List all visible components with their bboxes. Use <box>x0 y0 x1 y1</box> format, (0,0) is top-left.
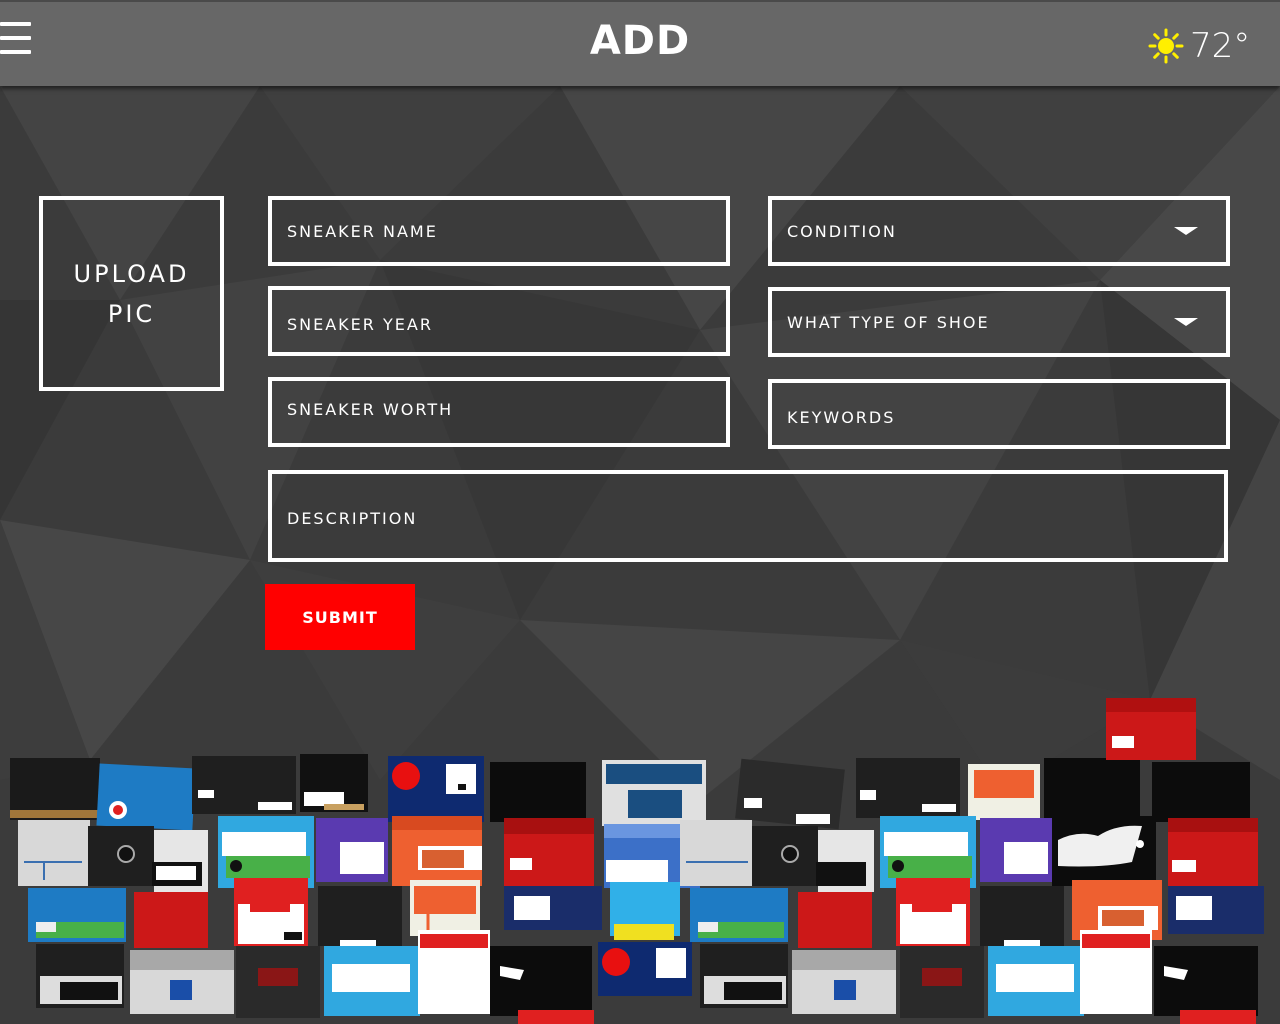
sneaker-year-placeholder: SNEAKER YEAR <box>287 314 433 334</box>
description-placeholder: DESCRIPTION <box>287 508 418 528</box>
shoe-type-select[interactable]: WHAT TYPE OF SHOE <box>768 287 1230 357</box>
top-bar: ADD 72° <box>0 0 1280 86</box>
upload-label-line1: UPLOAD <box>73 259 190 288</box>
shoe-type-label: WHAT TYPE OF SHOE <box>787 312 990 332</box>
chevron-down-icon <box>1174 318 1198 326</box>
upload-label-line2: PIC <box>107 299 156 328</box>
sun-icon <box>1148 28 1184 64</box>
chevron-down-icon <box>1174 227 1198 235</box>
sneaker-name-placeholder: SNEAKER NAME <box>287 221 438 241</box>
upload-pic-button[interactable]: UPLOAD PIC <box>39 196 224 391</box>
keywords-placeholder: KEYWORDS <box>787 407 896 427</box>
condition-select[interactable]: CONDITION <box>768 196 1230 266</box>
sneaker-year-input[interactable]: SNEAKER YEAR <box>268 286 730 356</box>
weather-widget: 72° <box>1148 24 1250 68</box>
sneaker-name-input[interactable]: SNEAKER NAME <box>268 196 730 266</box>
description-input[interactable]: DESCRIPTION <box>268 470 1228 562</box>
condition-label: CONDITION <box>787 221 897 241</box>
sneaker-worth-input[interactable]: SNEAKER WORTH <box>268 377 730 447</box>
shoebox-pile-illustration <box>10 698 1264 1024</box>
temperature: 72° <box>1190 26 1251 66</box>
keywords-input[interactable]: KEYWORDS <box>768 379 1230 449</box>
page-title: ADD <box>589 18 691 64</box>
sneaker-worth-placeholder: SNEAKER WORTH <box>287 399 454 419</box>
submit-button[interactable]: SUBMIT <box>265 584 415 650</box>
